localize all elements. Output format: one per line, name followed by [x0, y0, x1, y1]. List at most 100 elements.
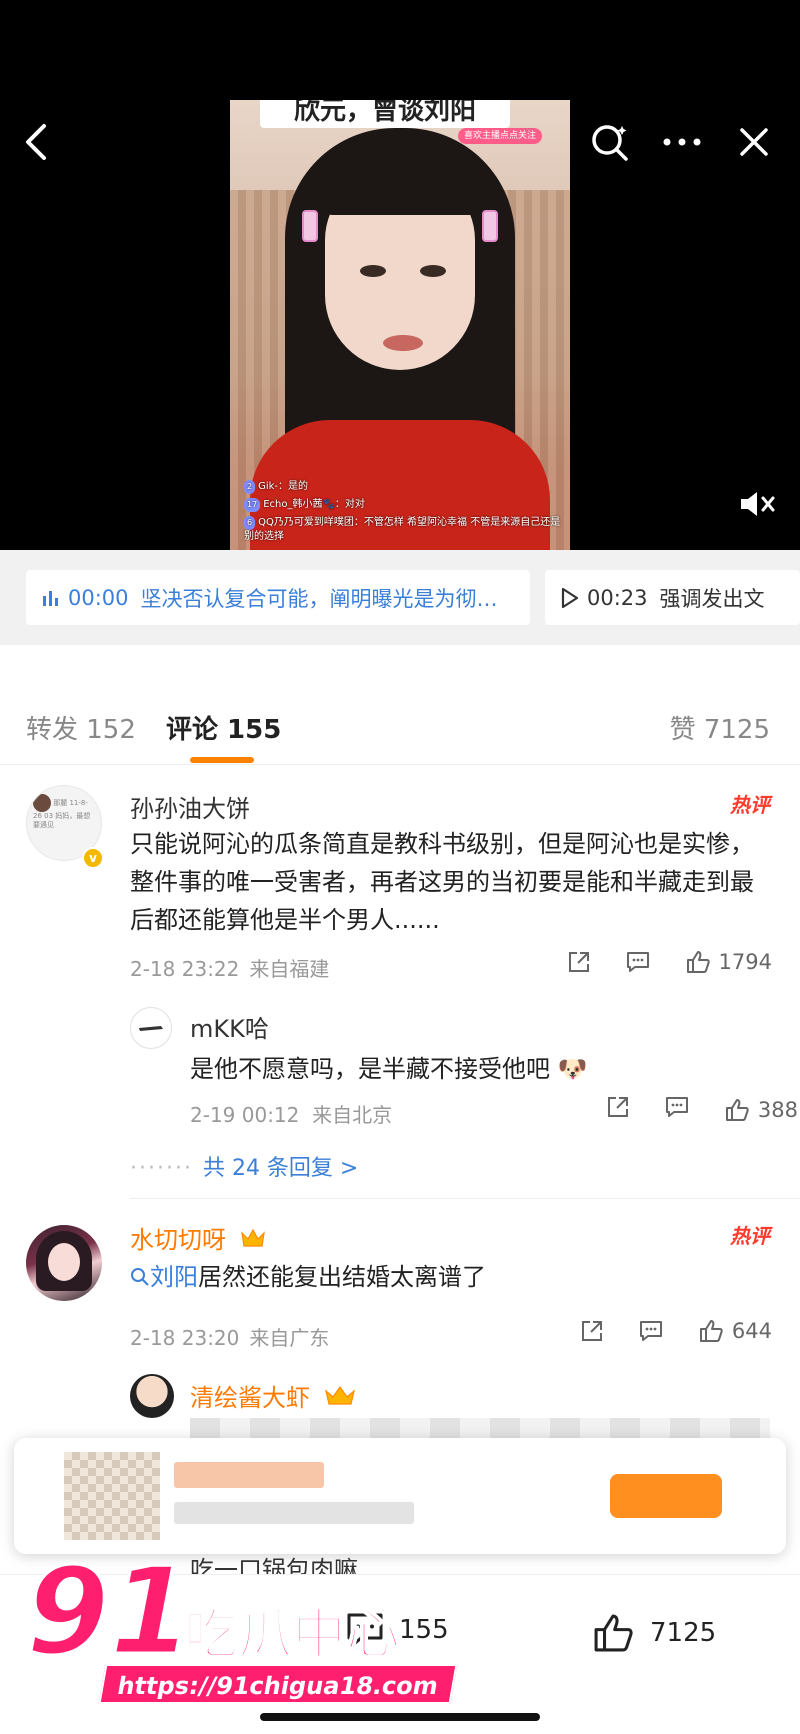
ad-card[interactable]	[14, 1438, 786, 1554]
reply-meta: 2-19 00:12 来自北京	[190, 1099, 392, 1128]
comment-bubble-icon	[639, 1321, 662, 1341]
close-button[interactable]	[732, 120, 776, 164]
reply-button[interactable]	[625, 950, 651, 974]
danmaku-text: Gik-：是的	[258, 481, 309, 492]
reply-text: 是他不愿意吗，是半藏不接受他吧 🐶	[190, 1055, 588, 1083]
comment-actions: 1794	[567, 949, 772, 975]
speaker-muted-icon	[741, 492, 775, 516]
live-follow-tag: 喜欢主播点点关注	[458, 128, 543, 144]
back-button[interactable]	[14, 120, 58, 164]
comment-bubble-icon	[626, 952, 649, 972]
thumbs-up-icon	[699, 1320, 723, 1342]
ad-thumbnail	[64, 1452, 160, 1540]
play-icon	[561, 587, 579, 609]
share-icon	[581, 1321, 602, 1341]
tab-repost[interactable]: 转发 152	[26, 709, 136, 746]
sound-bars-icon	[42, 589, 60, 607]
danmaku-text: QQ乃乃可爱到咩噗团：不管怎样 希望阿沁幸福 不管是来源自己还是别的选择	[244, 517, 561, 542]
video-player[interactable]: 欣元，曾谈刘阳 喜欢主播点点关注 2 Gik-：是的 17 Echo_韩小茜🐾：对对…	[0, 0, 800, 550]
chapter-title: 强调发出文	[659, 586, 765, 611]
reply-item: mKK哈 是他不愿意吗，是半藏不接受他吧 🐶 2-19 00:12 来自北京 3…	[130, 1003, 800, 1153]
danmaku-level: 2	[244, 480, 256, 494]
chapter-item-active[interactable]: 00:00 坚决否认复合可能，阐明曝光是为彻…	[26, 570, 530, 625]
comment-item: 那麓 11-8-26 03 妈妈，最想要遇见 v 孙孙油大饼 热评 只能说阿沁的…	[0, 775, 800, 1181]
search-icon	[131, 1268, 149, 1286]
danmaku-line: 2 Gik-：是的	[244, 480, 564, 494]
comment-meta: 2-18 23:20 来自广东	[130, 1322, 329, 1351]
video-caption: 欣元，曾谈刘阳	[260, 100, 510, 128]
thumbs-up-icon	[594, 1614, 633, 1652]
hair-clip-right	[482, 210, 498, 242]
mute-button[interactable]	[736, 484, 780, 524]
like-count: 388	[757, 1097, 798, 1122]
hair-clip-left	[302, 210, 318, 242]
verified-badge-icon: v	[82, 847, 104, 869]
avatar[interactable]	[26, 1225, 102, 1301]
share-button[interactable]	[606, 1095, 630, 1124]
comment-actions: 644	[580, 1318, 772, 1344]
watermark-number: 91	[25, 1543, 195, 1682]
comment-location: 来自福建	[249, 957, 330, 981]
dots-divider: ·······	[130, 1156, 193, 1181]
share-button[interactable]	[580, 1319, 604, 1343]
watermark-url: https://91chigua18.com	[98, 1664, 458, 1704]
crown-icon	[324, 1385, 356, 1413]
lips	[383, 335, 423, 351]
reply-author[interactable]: 清绘酱大虾	[190, 1378, 356, 1413]
bottom-like-button[interactable]: 7125	[590, 1611, 716, 1655]
tab-active-indicator	[190, 757, 254, 763]
blurred-reply-text	[190, 1418, 770, 1440]
like-button[interactable]: 644	[698, 1318, 772, 1344]
comment-meta: 2-18 23:22 来自福建	[130, 953, 329, 982]
like-button[interactable]: 1794	[685, 949, 772, 975]
tab-bar: 转发 152 评论 155 赞 7125	[0, 685, 800, 765]
danmaku-line: 6 QQ乃乃可爱到咩噗团：不管怎样 希望阿沁幸福 不管是来源自己还是别的选择	[244, 516, 564, 544]
chevron-left-icon	[26, 124, 46, 160]
watermark-brand: 吃瓜中心	[183, 1602, 401, 1667]
hot-comment-badge: 热评	[730, 1224, 770, 1248]
share-icon	[568, 952, 589, 972]
video-subject-bangs	[318, 145, 483, 215]
reply-time: 2-19 00:12	[190, 1103, 300, 1127]
reply-actions: 388	[606, 1095, 798, 1124]
video-frame[interactable]: 欣元，曾谈刘阳 喜欢主播点点关注 2 Gik-：是的 17 Echo_韩小茜🐾：对对…	[230, 100, 570, 550]
more-replies-link[interactable]: ······· 共 24 条回复 >	[130, 1150, 358, 1182]
hot-comment-badge: 热评	[730, 793, 770, 817]
comment-author[interactable]: 水切切呀	[130, 1220, 266, 1255]
comment-time: 2-18 23:22	[130, 957, 240, 981]
close-icon	[740, 128, 768, 156]
comment-bubble-icon	[665, 1097, 688, 1117]
search-icon	[592, 125, 628, 161]
reply-avatar[interactable]	[130, 1007, 172, 1049]
more-button[interactable]	[660, 120, 704, 164]
search-button[interactable]	[588, 120, 632, 164]
more-dots-icon	[663, 138, 701, 146]
like-count: 644	[731, 1319, 772, 1343]
dog-emoji-icon: 🐶	[557, 1055, 588, 1083]
like-button[interactable]: 388	[724, 1097, 798, 1123]
reply-button[interactable]	[664, 1095, 690, 1124]
site-watermark: 91 吃瓜中心 https://91chigua18.com	[25, 1543, 458, 1718]
topic-link[interactable]: 刘阳	[130, 1263, 198, 1291]
chapter-item[interactable]: 00:23 强调发出文	[545, 570, 800, 625]
share-icon	[607, 1097, 628, 1117]
reply-avatar[interactable]	[130, 1374, 174, 1418]
comment-divider	[130, 1198, 800, 1199]
share-button[interactable]	[567, 950, 591, 974]
comment-item: 水切切呀 热评 刘阳居然还能复出结婚太离谱了 2-18 23:20 来自广东 64…	[0, 1210, 800, 1430]
comment-location: 来自广东	[249, 1326, 330, 1350]
comment-author[interactable]: 孙孙油大饼	[130, 789, 250, 824]
thumbs-up-icon	[725, 1098, 749, 1121]
chapter-time: 00:23	[587, 585, 648, 610]
chapter-time: 00:00	[68, 585, 129, 610]
danmaku-line: 17 Echo_韩小茜🐾：对对	[244, 498, 564, 512]
ad-cta-button[interactable]	[610, 1474, 722, 1518]
like-count: 1794	[718, 950, 772, 974]
bottom-like-count: 7125	[650, 1618, 717, 1648]
reply-author[interactable]: mKK哈	[190, 1009, 269, 1044]
tab-like[interactable]: 赞 7125	[670, 709, 770, 746]
avatar-face	[48, 1243, 80, 1281]
reply-button[interactable]	[638, 1319, 664, 1343]
comment-text: 只能说阿沁的瓜条简直是教科书级别，但是阿沁也是实惨，整件事的唯一受害者，再者这男…	[130, 830, 754, 934]
avatar-image-text: 那麓 11-8-26 03 妈妈，最想要遇见	[33, 794, 95, 850]
